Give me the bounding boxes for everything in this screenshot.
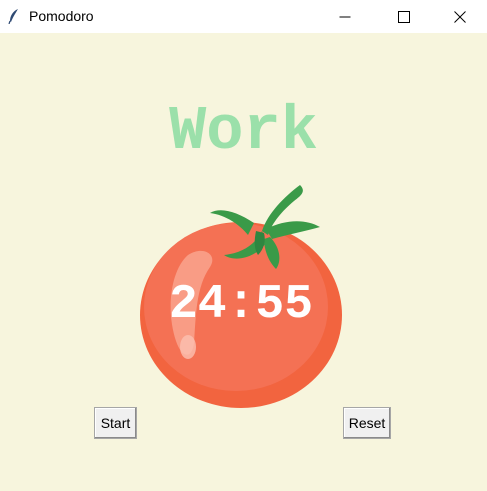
maximize-icon: [398, 10, 410, 23]
minimize-button[interactable]: [322, 0, 368, 33]
feather-icon: [7, 8, 21, 25]
start-button[interactable]: Start: [94, 407, 137, 439]
title-bar: Pomodoro: [0, 0, 487, 33]
timer-display: 24:55: [168, 278, 314, 332]
close-button[interactable]: [437, 0, 483, 33]
reset-button[interactable]: Reset: [343, 407, 391, 439]
work-label: Work: [169, 96, 318, 167]
maximize-button[interactable]: [381, 0, 427, 33]
window-title: Pomodoro: [29, 8, 94, 24]
app-window: Work 24:55 Start Reset: [0, 33, 487, 491]
minimize-icon: [339, 16, 351, 17]
close-icon: [454, 10, 466, 23]
